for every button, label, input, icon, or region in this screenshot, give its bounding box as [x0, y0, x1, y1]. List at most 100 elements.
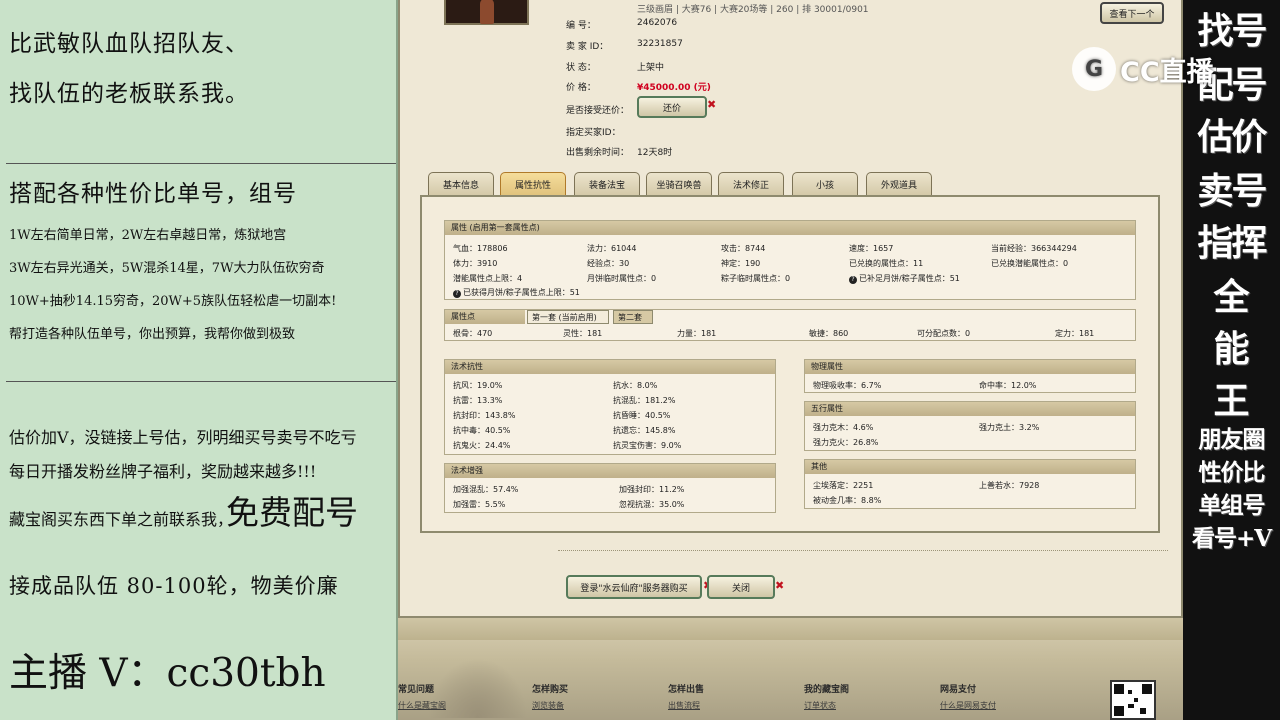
footer-col-my-cbg: 我的藏宝阁 [804, 685, 850, 695]
five-elements-header: 五行属性 [805, 402, 1135, 416]
promo-free-match: 免费配号 [226, 493, 358, 532]
number-label: 编 号： [566, 21, 596, 31]
resist-cell: 抗中毒：40.5% [453, 426, 511, 435]
number-value: 2462076 [637, 18, 678, 28]
five-cell: 强力克火：26.8% [813, 438, 879, 447]
points-tab-1[interactable]: 第一套 (当前启用) [527, 310, 609, 324]
five-cell: 强力克木：4.6% [813, 423, 874, 432]
promo-note-1: 估价加V，没链接上号估，列明细买号卖号不吃亏 [9, 428, 357, 447]
attr-cell: ? 已获得月饼/粽子属性点上限：51 [453, 287, 580, 298]
tab-appearance[interactable]: 外观道具 [866, 172, 932, 196]
seller-value: 32231857 [637, 39, 683, 49]
other-cell: 上善若水：7928 [979, 481, 1040, 490]
help-icon[interactable]: ? [453, 290, 461, 298]
cc-logo-text: CC直播 [1120, 56, 1214, 88]
close-button[interactable]: 关闭 [707, 575, 775, 599]
other-cell: 被动金几率：8.8% [813, 496, 882, 505]
footer-link[interactable]: 浏览装备 [532, 700, 564, 711]
other-section: 其他 尘埃落定：2251 上善若水：7928 被动金几率：8.8% [804, 459, 1136, 509]
status-label: 状 态： [566, 63, 596, 73]
footer-link[interactable]: 订单状态 [804, 700, 836, 711]
character-figure-icon [480, 0, 494, 24]
resist-cell: 抗水：8.0% [613, 381, 658, 390]
right-text-7: 能 [1213, 328, 1250, 370]
tab-spell-correction[interactable]: 法术修正 [718, 172, 784, 196]
view-next-button[interactable]: 查看下一个 [1100, 2, 1164, 24]
points-cell: 定力：181 [1055, 329, 1095, 338]
physical-cell: 物理吸收率：6.7% [813, 381, 882, 390]
close-x-icon: ✖ [775, 579, 785, 592]
status-value: 上架中 [637, 63, 665, 73]
attr-cell: 体力：3910 [453, 259, 498, 268]
five-elements-section: 五行属性 强力克木：4.6% 强力克土：3.2% 强力克火：26.8% [804, 401, 1136, 451]
promo-line-1: 比武敏队血队招队友、 [9, 31, 249, 57]
tab-children[interactable]: 小孩 [792, 172, 858, 196]
remain-time-label: 出售剩余时间： [566, 148, 630, 158]
footer-link[interactable]: 出售流程 [668, 700, 700, 711]
qr-code-icon [1110, 680, 1156, 720]
bargain-button[interactable]: 还价 [637, 96, 707, 118]
attr-cell: 神定：190 [721, 259, 761, 268]
footer-col-faq: 常见问题 [398, 685, 435, 695]
attr-cell: 粽子临时属性点：0 [721, 274, 791, 283]
five-cell: 强力克土：3.2% [979, 423, 1040, 432]
resist-cell: 抗封印：143.8% [453, 411, 516, 420]
anchor-contact: 主播 V：cc30tbh [9, 651, 326, 696]
promo-left-panel: 比武敏队血队招队友、 找队伍的老板联系我。 搭配各种性价比单号，组号 1W左右简… [0, 0, 398, 720]
promo-note-4: 接成品队伍 80-100轮，物美价廉 [9, 574, 339, 598]
physical-cell: 命中率：12.0% [979, 381, 1037, 390]
tab-mounts-pets[interactable]: 坐骑召唤兽 [646, 172, 712, 196]
footer-link[interactable]: 什么是藏宝阁 [398, 700, 446, 711]
price-value: ¥45000.00 (元) [637, 83, 711, 93]
tab-attributes-resist[interactable]: 属性抗性 [500, 172, 566, 196]
physical-section: 物理属性 物理吸收率：6.7% 命中率：12.0% [804, 359, 1136, 393]
right-line-1: 朋友圈 [1198, 426, 1266, 453]
footer-link[interactable]: 什么是网易支付 [940, 700, 996, 711]
footer-col-how-sell: 怎样出售 [668, 685, 705, 695]
attributes-header: 属性 (启用第一套属性点) [445, 221, 1135, 235]
right-text-4: 卖号 [1197, 170, 1267, 212]
right-text-5: 指挥 [1197, 222, 1267, 264]
enhance-section: 法术增强 加强混乱：57.4% 加强封印：11.2% 加强雷：5.5% 忽视抗混… [444, 463, 776, 513]
seller-label: 卖 家 ID： [566, 42, 609, 52]
promo-heading-2: 搭配各种性价比单号，组号 [9, 181, 297, 207]
points-tab-2[interactable]: 第二套 [613, 310, 653, 324]
enhance-cell: 忽视抗混：35.0% [619, 500, 685, 509]
promo-note-3: 藏宝阁买东西下单之前联系我， [9, 506, 233, 530]
right-line-3: 单组号 [1198, 492, 1266, 519]
resist-cell: 抗鬼火：24.4% [453, 441, 511, 450]
promo-note-3-prefix: 藏宝阁买东西下单之前联系我， [9, 510, 234, 529]
attr-cell: 气血：178806 [453, 244, 508, 253]
attributes-panel: 属性 (启用第一套属性点) 气血：178806 法力：61044 攻击：8744… [420, 195, 1160, 533]
tab-basic-info[interactable]: 基本信息 [428, 172, 494, 196]
other-header: 其他 [805, 460, 1135, 474]
attr-cell-text: 已获得月饼/粽子属性点上限：51 [463, 288, 580, 297]
divider [6, 381, 396, 382]
promo-line-2: 找队伍的老板联系我。 [9, 81, 249, 107]
attr-cell: 当前经验：366344294 [991, 244, 1077, 253]
promo-note-2: 每日开播发粉丝牌子福利，奖励越来越多!!! [9, 462, 317, 481]
resist-section: 法术抗性 抗风：19.0% 抗水：8.0% 抗雷：13.3% 抗混乱：181.2… [444, 359, 776, 455]
enhance-cell: 加强混乱：57.4% [453, 485, 519, 494]
attributes-section: 属性 (启用第一套属性点) 气血：178806 法力：61044 攻击：8744… [444, 220, 1136, 300]
resist-cell: 抗混乱：181.2% [613, 396, 676, 405]
site-footer [398, 618, 1183, 720]
dotted-divider [558, 550, 1168, 551]
cc-live-watermark: G CC直播 [1072, 46, 1240, 92]
points-header: 属性点 [445, 310, 525, 324]
promo-detail-2: 3W左右异光通关，5W混杀14星，7W大力队伍砍穷奇 [9, 261, 325, 276]
right-text-6: 全 [1213, 276, 1250, 318]
right-text-8: 王 [1213, 380, 1250, 422]
promo-detail-1: 1W左右简单日常，2W左右卓越日常，炼狱地宫 [9, 228, 287, 243]
promo-right-panel: 找号 配号 估价 卖号 指挥 全 能 王 朋友圈 性价比 单组号 看号+V [1183, 0, 1280, 720]
divider [6, 163, 396, 164]
trade-page: 三级画眉 | 大赛76 | 大赛20场等 | 260 | 排 30001/090… [398, 0, 1183, 720]
login-server-buy-button[interactable]: 登录"水云仙府"服务器购买 [566, 575, 702, 599]
help-icon[interactable]: ? [849, 276, 857, 284]
footer-col-how-buy: 怎样购买 [532, 685, 569, 695]
resist-cell: 抗灵宝伤害：9.0% [613, 441, 682, 450]
tab-equipment[interactable]: 装备法宝 [574, 172, 640, 196]
points-section: 属性点 第一套 (当前启用) 第二套 根骨：470 灵性：181 力量：181 … [444, 309, 1136, 341]
points-cell: 灵性：181 [563, 329, 603, 338]
footer-band [398, 618, 1183, 640]
